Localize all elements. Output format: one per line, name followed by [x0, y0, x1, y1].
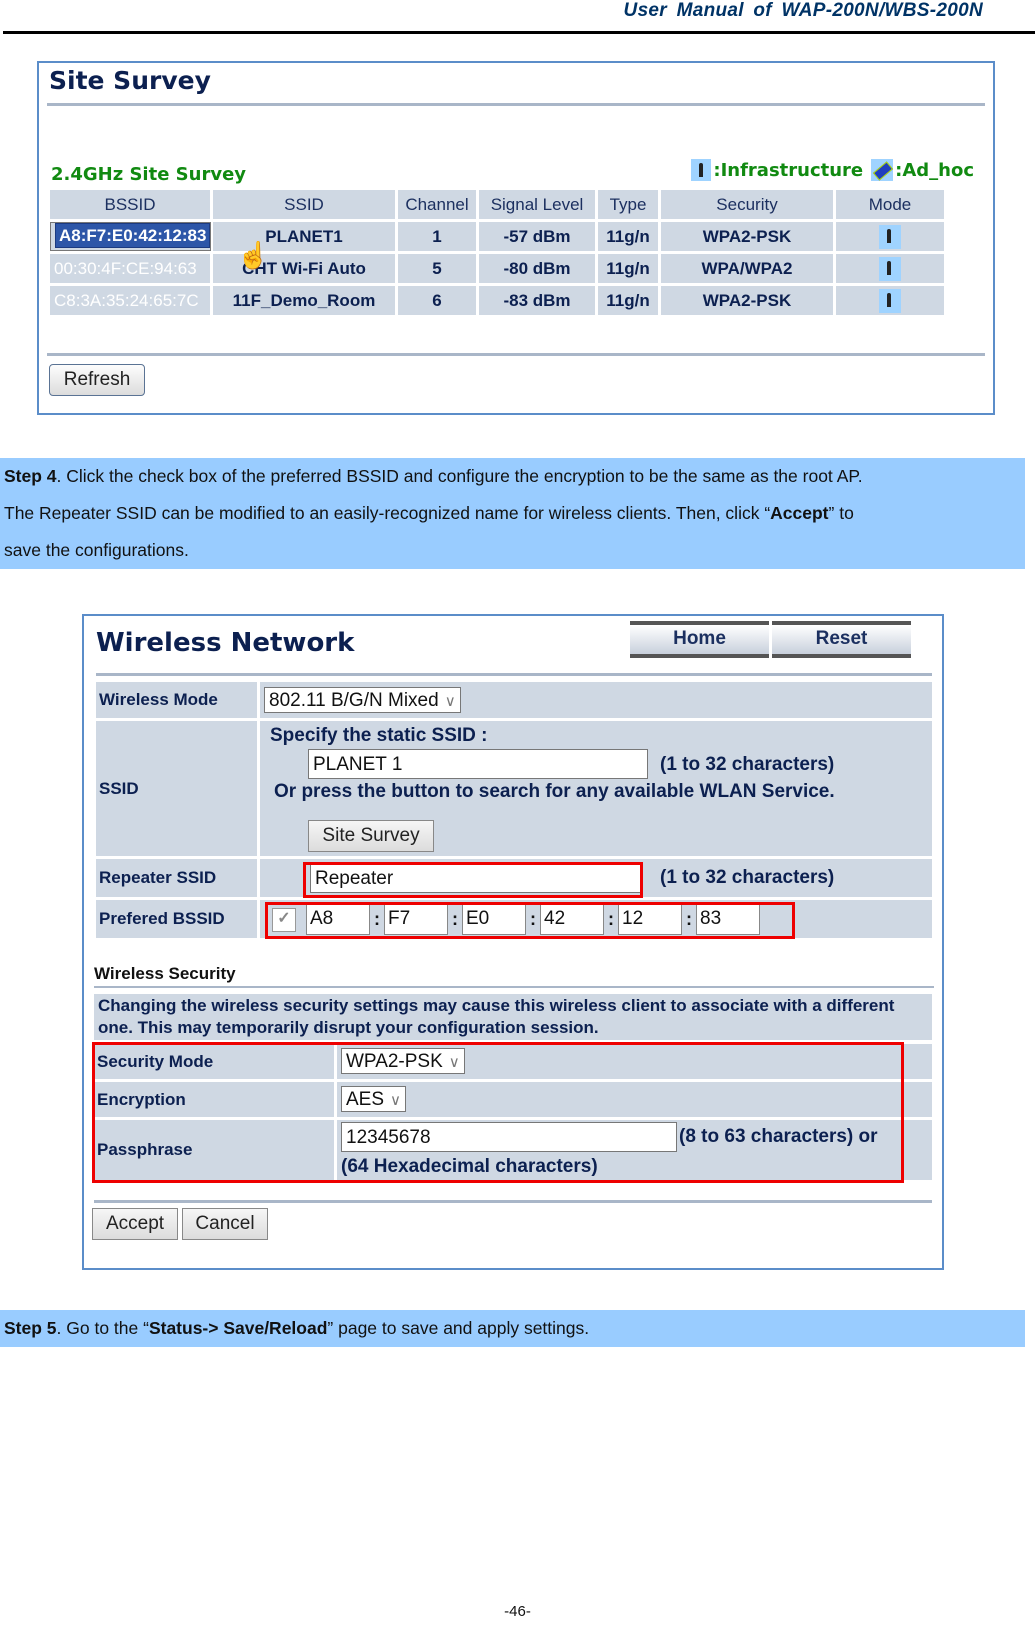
document-header-title: User Manual of WAP-200N/WBS-200N	[623, 0, 983, 21]
bssid-link[interactable]: C8:3A:35:24:65:7C	[50, 286, 210, 315]
ssid-specify-text: Specify the static SSID :	[270, 725, 488, 746]
wireless-mode-row: Wireless Mode 802.11 B/G/N Mixed ∨	[96, 682, 932, 718]
step5-text-pre: . Go to the “	[56, 1318, 149, 1338]
ssid-cell: 11F_Demo_Room	[213, 286, 395, 315]
header-rule	[3, 31, 1035, 34]
hand-cursor-icon: ☝	[237, 240, 270, 270]
survey-subtitle: 2.4GHz Site Survey	[51, 164, 247, 185]
step4-line3: save the configurations.	[4, 540, 189, 560]
signal-cell: -80 dBm	[479, 254, 595, 283]
infrastructure-icon	[879, 224, 901, 249]
infrastructure-legend-label: :Infrastructure	[713, 159, 864, 181]
step4-line1: . Click the check box of the preferred B…	[56, 466, 863, 486]
step4-line2: The Repeater SSID can be modified to an …	[4, 503, 771, 523]
step5-label: Step 5	[4, 1318, 57, 1338]
table-row: A8:F7:E0:42:12:83 PLANET1 1 -57 dBm 11g/…	[50, 222, 944, 251]
annotation-highlight-security	[92, 1042, 904, 1183]
security-cell: WPA2-PSK	[661, 222, 833, 251]
chevron-down-icon: ∨	[444, 693, 456, 710]
signal-cell: -83 dBm	[479, 286, 595, 315]
infrastructure-icon	[879, 288, 901, 313]
repeater-ssid-length-hint: (1 to 32 characters)	[660, 867, 835, 888]
title-divider	[47, 103, 985, 106]
channel-cell: 1	[398, 222, 476, 251]
column-header-bssid: BSSID	[50, 190, 210, 219]
channel-cell: 5	[398, 254, 476, 283]
mode-legend: :Infrastructure :Ad_hoc	[691, 159, 974, 181]
cancel-button[interactable]: Cancel	[182, 1208, 268, 1240]
security-warning: Changing the wireless security settings …	[94, 994, 932, 1040]
step5-text-post: ” page to save and apply settings.	[327, 1318, 590, 1338]
security-cell: WPA2-PSK	[661, 286, 833, 315]
wireless-mode-select[interactable]: 802.11 B/G/N Mixed ∨	[264, 687, 461, 713]
security-divider	[94, 986, 934, 988]
ssid-cell: Specify the static SSID : PLANET 1 (1 to…	[260, 721, 932, 856]
wireless-network-screenshot: Wireless Network Home Reset Wireless Mod…	[82, 614, 944, 1270]
mode-cell	[836, 254, 944, 283]
type-cell: 11g/n	[598, 286, 658, 315]
repeater-ssid-label: Repeater SSID	[96, 859, 257, 897]
adhoc-legend-label: :Ad_hoc	[895, 159, 974, 181]
prefered-bssid-label: Prefered BSSID	[96, 900, 257, 938]
table-row: C8:3A:35:24:65:7C 11F_Demo_Room 6 -83 dB…	[50, 286, 944, 315]
page-number: -46-	[504, 1603, 531, 1620]
site-survey-title: Site Survey	[49, 66, 211, 95]
ssid-row: SSID Specify the static SSID : PLANET 1 …	[96, 721, 932, 856]
column-header-mode: Mode	[836, 190, 944, 219]
wireless-security-heading: Wireless Security	[94, 964, 236, 983]
type-cell: 11g/n	[598, 222, 658, 251]
ssid-search-text: Or press the button to search for any av…	[274, 781, 835, 802]
site-survey-table: BSSID SSID Channel Signal Level Type Sec…	[47, 187, 947, 318]
infrastructure-icon	[691, 159, 712, 181]
site-survey-screenshot: Site Survey 2.4GHz Site Survey :Infrastr…	[37, 61, 995, 415]
table-header-row: BSSID SSID Channel Signal Level Type Sec…	[50, 190, 944, 219]
column-header-signal: Signal Level	[479, 190, 595, 219]
type-cell: 11g/n	[598, 254, 658, 283]
site-survey-button[interactable]: Site Survey	[308, 820, 434, 852]
wireless-network-title: Wireless Network	[96, 628, 355, 658]
column-header-security: Security	[661, 190, 833, 219]
adhoc-icon	[871, 159, 894, 181]
ssid-label: SSID	[96, 721, 257, 856]
bottom-divider	[47, 353, 985, 356]
title-divider	[96, 673, 932, 676]
infrastructure-icon	[879, 256, 901, 281]
reset-button[interactable]: Reset	[772, 621, 911, 658]
column-header-ssid: SSID	[213, 190, 395, 219]
security-cell: WPA/WPA2	[661, 254, 833, 283]
column-header-channel: Channel	[398, 190, 476, 219]
bssid-link[interactable]: 00:30:4F:CE:94:63	[50, 254, 210, 283]
step4-instruction: Step 4. Click the check box of the prefe…	[0, 458, 1025, 569]
column-header-type: Type	[598, 190, 658, 219]
wireless-mode-label: Wireless Mode	[96, 682, 257, 718]
bottom-divider	[94, 1200, 932, 1203]
step4-label: Step 4	[4, 466, 57, 486]
accept-button[interactable]: Accept	[92, 1208, 178, 1240]
annotation-highlight-bssid	[265, 902, 795, 939]
annotation-highlight-repeater	[303, 862, 643, 898]
step4-line2-end: ” to	[828, 503, 854, 523]
table-row: 00:30:4F:CE:94:63 CHT Wi-Fi Auto 5 -80 d…	[50, 254, 944, 283]
signal-cell: -57 dBm	[479, 222, 595, 251]
mode-cell	[836, 222, 944, 251]
ssid-length-hint: (1 to 32 characters)	[660, 754, 835, 775]
refresh-button[interactable]: Refresh	[49, 364, 145, 396]
channel-cell: 6	[398, 286, 476, 315]
ssid-input[interactable]: PLANET 1	[308, 749, 648, 779]
mode-cell	[836, 286, 944, 315]
wireless-mode-cell: 802.11 B/G/N Mixed ∨	[260, 682, 932, 718]
accept-reference: Accept	[770, 503, 829, 523]
save-reload-reference: Status-> Save/Reload	[148, 1318, 328, 1338]
bssid-link[interactable]: A8:F7:E0:42:12:83	[50, 222, 212, 251]
step5-instruction: Step 5. Go to the “Status-> Save/Reload”…	[0, 1310, 1025, 1347]
home-button[interactable]: Home	[630, 621, 769, 658]
